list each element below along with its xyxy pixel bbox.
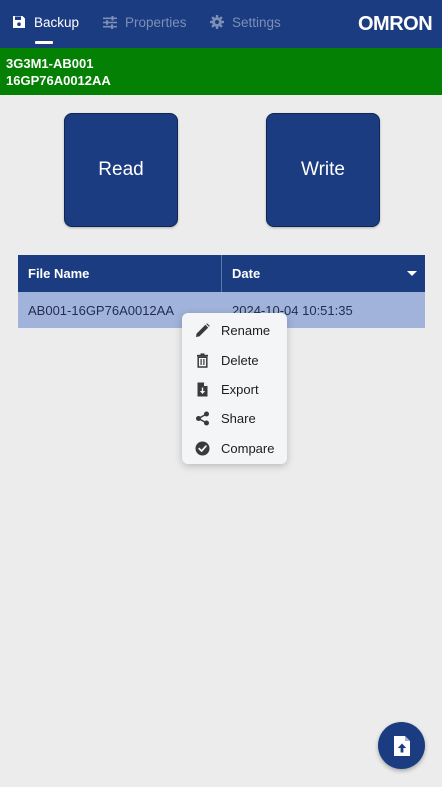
tab-settings-label: Settings (232, 14, 281, 30)
trash-icon (197, 352, 208, 368)
file-upload-icon (393, 735, 410, 756)
import-file-fab[interactable] (378, 722, 425, 769)
menu-item-export[interactable]: Export (182, 375, 287, 404)
context-menu: Rename Delete Export Share Compare (182, 313, 287, 464)
device-serial: 16GP76A0012AA (6, 73, 111, 88)
top-nav-bar: Backup Properties Settings OMRON (0, 0, 442, 48)
device-model: 3G3M1-AB001 (6, 56, 94, 71)
sort-caret-down-icon[interactable] (407, 271, 417, 276)
omron-logo: OMRON (358, 13, 433, 35)
sliders-icon (103, 15, 117, 29)
column-header-date[interactable]: Date (222, 255, 425, 292)
tab-backup-label: Backup (34, 14, 80, 30)
share-icon (196, 411, 209, 426)
pencil-icon (196, 323, 210, 338)
menu-item-share[interactable]: Share (182, 404, 287, 433)
save-icon (13, 16, 25, 28)
menu-item-rename[interactable]: Rename (182, 316, 287, 345)
file-download-icon (197, 382, 208, 397)
menu-item-compare[interactable]: Compare (182, 434, 287, 463)
gear-icon (210, 15, 224, 29)
tab-properties-label: Properties (125, 14, 187, 30)
device-banner: 3G3M1-AB001 16GP76A0012AA (0, 48, 442, 95)
table-header: File Name Date (18, 255, 425, 292)
column-header-file-name[interactable]: File Name (18, 255, 222, 292)
read-button[interactable]: Read (64, 113, 178, 227)
tab-properties[interactable]: Properties (103, 0, 187, 44)
write-button[interactable]: Write (266, 113, 380, 227)
check-circle-icon (195, 441, 210, 456)
menu-item-delete[interactable]: Delete (182, 345, 287, 374)
tab-backup[interactable]: Backup (12, 0, 79, 44)
active-tab-indicator (35, 41, 53, 44)
tab-settings[interactable]: Settings (210, 0, 281, 44)
